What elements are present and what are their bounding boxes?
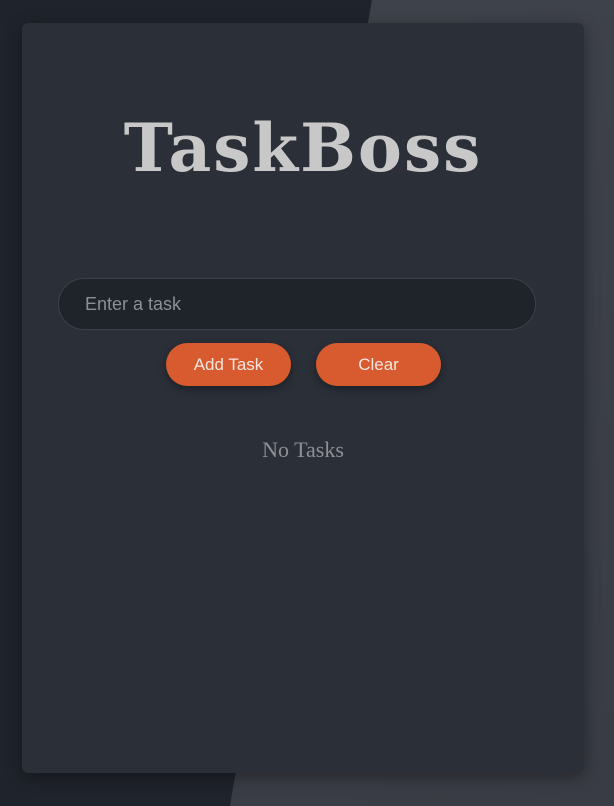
task-card: TaskBoss Add Task Clear No Tasks	[22, 23, 584, 773]
add-task-button[interactable]: Add Task	[166, 343, 291, 386]
app-title: TaskBoss	[123, 109, 483, 187]
task-input[interactable]	[58, 278, 536, 330]
clear-button[interactable]: Clear	[316, 343, 441, 386]
empty-tasks-message: No Tasks	[262, 437, 344, 462]
